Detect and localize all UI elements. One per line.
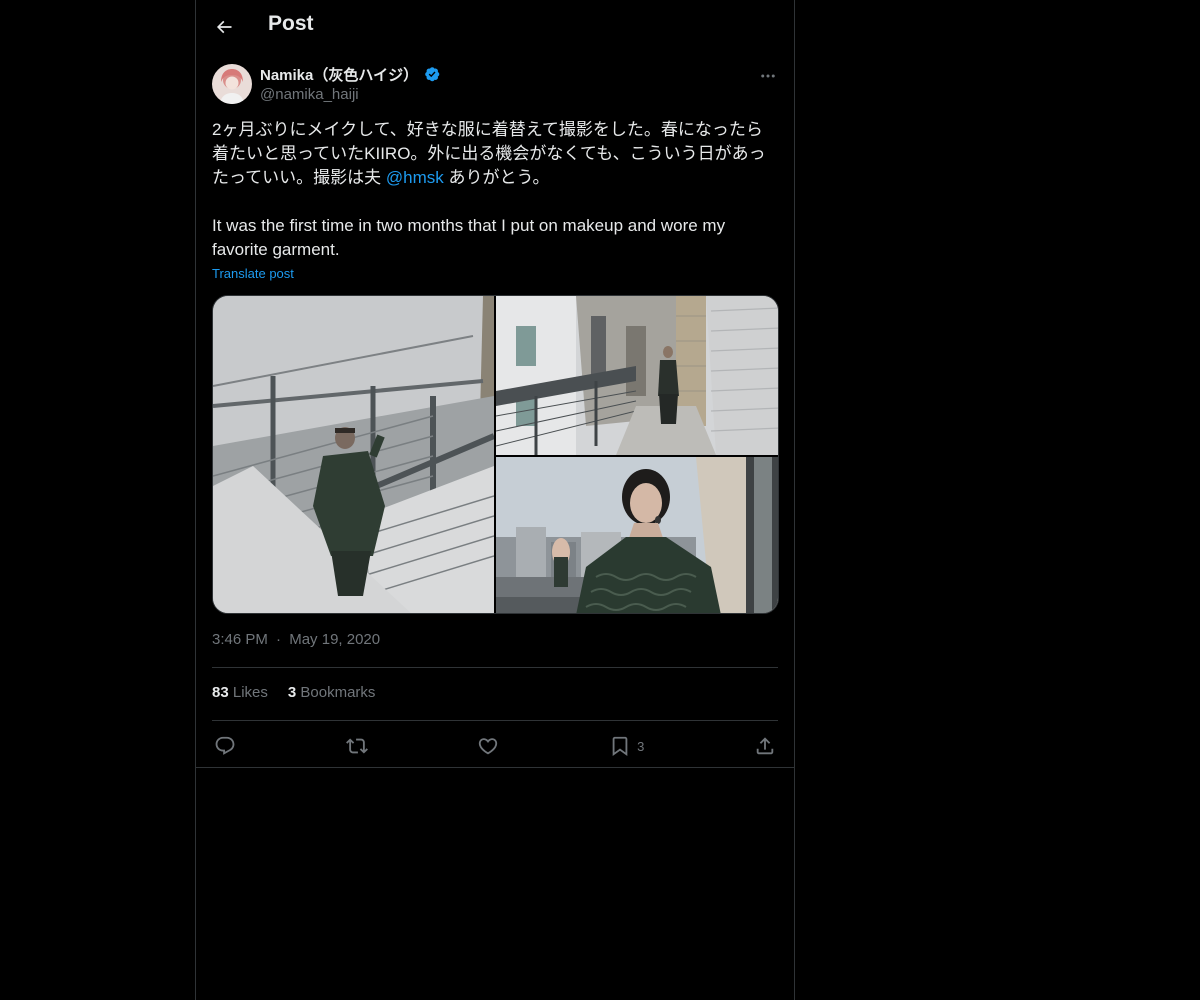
timestamp-separator: · bbox=[276, 631, 282, 648]
photo-balcony[interactable] bbox=[496, 296, 778, 455]
like-button[interactable] bbox=[475, 730, 501, 762]
arrow-left-icon bbox=[216, 20, 232, 34]
avatar-image bbox=[212, 64, 252, 104]
post-time[interactable]: 3:46 PM bbox=[212, 631, 268, 648]
more-options-button[interactable] bbox=[754, 62, 782, 90]
reply-button[interactable] bbox=[212, 730, 238, 762]
mention-link[interactable]: @hmsk bbox=[386, 168, 444, 187]
more-horizontal-icon bbox=[761, 74, 775, 78]
translate-post-link[interactable]: Translate post bbox=[212, 266, 294, 281]
page-title: Post bbox=[268, 12, 314, 35]
share-icon bbox=[756, 737, 774, 755]
divider bbox=[212, 667, 778, 668]
author-name[interactable]: Namika（灰色ハイジ） bbox=[260, 64, 442, 85]
heart-icon bbox=[479, 738, 498, 755]
bookmarks-label: Bookmarks bbox=[300, 684, 376, 701]
post-header: Post bbox=[196, 0, 794, 54]
post-bottom-border bbox=[196, 767, 794, 768]
bookmark-icon bbox=[612, 736, 628, 757]
photo-balcony-image bbox=[496, 296, 778, 455]
author-handle[interactable]: @namika_haiji bbox=[260, 86, 359, 103]
back-button[interactable] bbox=[208, 11, 240, 43]
post-stats: 83 Likes 3 Bookmarks bbox=[212, 684, 375, 701]
post-text-japanese: 2ヶ月ぶりにメイクして、好きな服に着替えて撮影をした。春になったら着たいと思って… bbox=[212, 118, 778, 190]
divider bbox=[212, 720, 778, 721]
post-date[interactable]: May 19, 2020 bbox=[289, 631, 380, 648]
verified-badge-icon bbox=[425, 66, 440, 81]
likes-count: 83 bbox=[212, 684, 229, 701]
post-text-english: It was the first time in two months that… bbox=[212, 216, 726, 259]
likes-label: Likes bbox=[232, 684, 268, 701]
repost-icon bbox=[345, 738, 368, 754]
post-text: 2ヶ月ぶりにメイクして、好きな服に着替えて撮影をした。春になったら着たいと思って… bbox=[212, 118, 778, 262]
photo-portrait-city-image bbox=[496, 457, 778, 613]
post-column: Post Namika（灰色ハイジ） @namika_haiji 2ヶ月ぶりにメ… bbox=[195, 0, 795, 1000]
post-timestamp: 3:46 PM · May 19, 2020 bbox=[212, 631, 380, 648]
author-display-name: Namika（灰色ハイジ） bbox=[260, 67, 419, 84]
media-grid bbox=[212, 295, 779, 614]
repost-button[interactable] bbox=[344, 730, 370, 762]
share-button[interactable] bbox=[752, 730, 778, 762]
photo-stairs-image bbox=[213, 296, 494, 613]
bookmark-count: 3 bbox=[637, 738, 645, 754]
likes-stat[interactable]: 83 Likes bbox=[212, 684, 268, 701]
bookmarks-count: 3 bbox=[287, 684, 297, 701]
avatar[interactable] bbox=[212, 64, 252, 104]
photo-stairs[interactable] bbox=[213, 296, 494, 613]
post-actions: 3 bbox=[212, 730, 778, 762]
bookmarks-stat[interactable]: 3 Bookmarks bbox=[288, 684, 376, 701]
reply-icon bbox=[215, 736, 235, 755]
bookmark-button[interactable]: 3 bbox=[607, 730, 646, 762]
photo-portrait-city[interactable] bbox=[496, 457, 778, 613]
post-text-ja-part-2: ありがとう。 bbox=[443, 168, 550, 187]
